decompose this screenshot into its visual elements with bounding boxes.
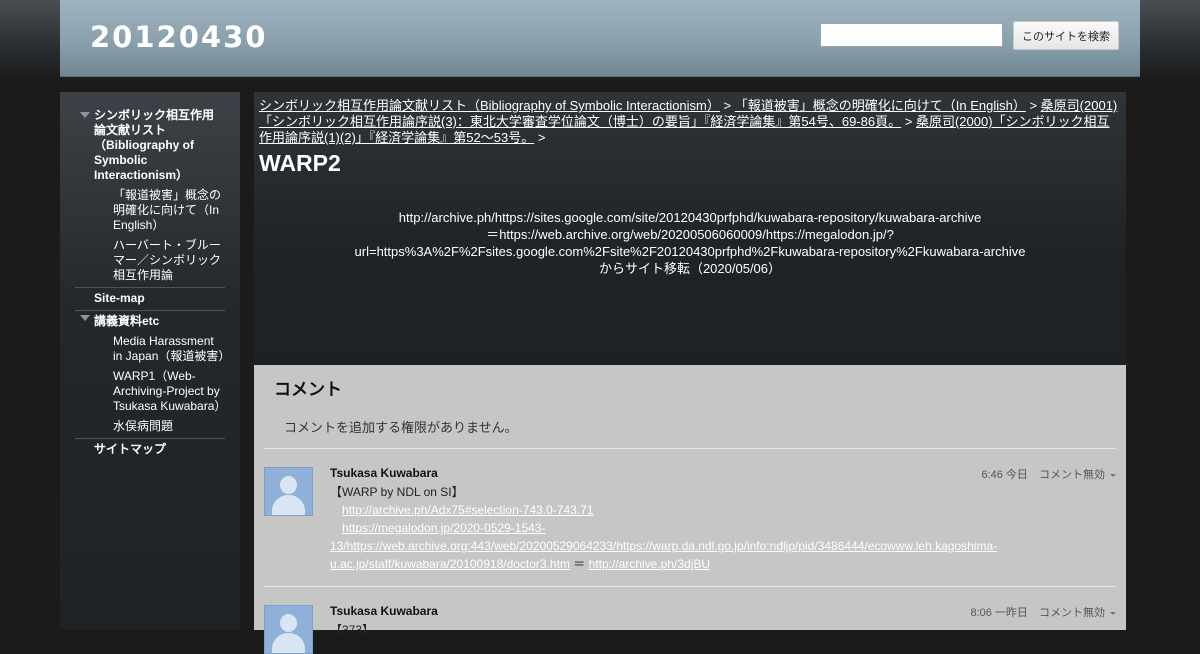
comment-body: 【373】 [330, 621, 1030, 639]
sidebar-item-label: WARP1（Web-Archiving-Project by Tsukasa K… [113, 369, 227, 413]
expand-triangle-icon[interactable] [80, 315, 90, 321]
site-title[interactable]: 20120430 [90, 20, 267, 54]
sidebar-item-label: 水俣病問題 [113, 419, 174, 433]
no-permission-message: コメントを追加する権限がありません。 [284, 420, 518, 435]
comment-divider [264, 586, 1116, 587]
sidebar-item-lecture-materials[interactable]: 講義資料etc [75, 310, 225, 329]
sidebar-item-warp1[interactable]: WARP1（Web-Archiving-Project by Tsukasa K… [75, 369, 227, 414]
comment-link[interactable]: http://archive.ph/3djBU [589, 557, 710, 571]
sidebar: シンボリック相互作用論文献リスト（Bibliography of Symboli… [60, 92, 240, 630]
comment-link[interactable]: u.ac.jp/staff/kuwabara/20100918/doctor3.… [330, 557, 570, 571]
comment-link[interactable]: http://archive.ph/Adx75#selection-743.0-… [342, 503, 594, 517]
content-line: url=https%3A%2F%2Fsites.google.com%2Fsit… [354, 244, 1026, 259]
site-header: 20120430 このサイトを検索 [60, 0, 1140, 77]
sidebar-item-media-harassment[interactable]: Media Harassment in Japan（報道被害） [75, 334, 230, 364]
sidebar-item-label: 「報道被害」概念の明確化に向けて（In English） [113, 188, 222, 232]
comment-meta[interactable]: 8:06 一昨日 コメント無効 [970, 604, 1116, 620]
page-body: http://archive.ph/https://sites.google.c… [294, 209, 1086, 277]
content-line: ＝https://web.archive.org/web/20200506060… [486, 227, 894, 242]
comment-link[interactable]: https://megalodon.jp/2020-0529-1543- [342, 521, 545, 535]
search-button[interactable]: このサイトを検索 [1013, 21, 1119, 50]
comments-section: コメント コメントを追加する権限がありません。 Tsukasa Kuwabara… [254, 365, 1126, 654]
breadcrumb-separator: > [904, 114, 913, 129]
comment-title: 【373】 [330, 623, 375, 637]
sidebar-nav: シンボリック相互作用論文献リスト（Bibliography of Symboli… [75, 108, 230, 457]
person-head-icon [280, 476, 297, 494]
sidebar-item-label: Media Harassment in Japan（報道被害） [113, 334, 231, 363]
breadcrumb-link[interactable]: シンボリック相互作用論文献リスト（Bibliography of Symboli… [259, 98, 720, 113]
person-body-icon [272, 633, 305, 653]
search-input[interactable] [820, 23, 1003, 47]
chevron-down-icon[interactable] [1110, 611, 1116, 615]
sidebar-item-label: 講義資料etc [94, 314, 160, 328]
comments-heading: コメント [274, 380, 342, 399]
breadcrumb: シンボリック相互作用論文献リスト（Bibliography of Symboli… [259, 98, 1121, 146]
sidebar-item-site-map[interactable]: Site-map [75, 287, 225, 306]
comment-link[interactable]: 13/https://web.archive.org:443/web/20200… [330, 539, 997, 553]
comment-body: 【WARP by NDL on SI】 http://archive.ph/Ad… [330, 483, 1030, 573]
person-head-icon [280, 614, 297, 632]
breadcrumb-separator: > [1029, 98, 1038, 113]
sidebar-item-label: ハーバート・ブルーマー／シンボリック相互作用論 [113, 238, 222, 282]
breadcrumb-separator: > [537, 130, 546, 145]
comment-author: Tsukasa Kuwabara [330, 604, 438, 618]
sidebar-item-label: Site-map [94, 291, 145, 305]
breadcrumb-link[interactable]: 「報道被害」概念の明確化に向けて（In English） [735, 98, 1026, 113]
equals-sign: ＝ [573, 557, 586, 571]
sidebar-item-blumer[interactable]: ハーバート・ブルーマー／シンボリック相互作用論 [75, 238, 225, 283]
sidebar-item-label: サイトマップ [94, 442, 167, 456]
comment-time: 8:06 一昨日 [970, 607, 1028, 619]
comment-meta[interactable]: 6:46 今日 コメント無効 [981, 466, 1116, 482]
comment-author: Tsukasa Kuwabara [330, 466, 438, 480]
comment-divider [264, 448, 1116, 449]
comment-disable-action[interactable]: コメント無効 [1039, 469, 1105, 481]
person-body-icon [272, 495, 305, 515]
sidebar-item-label: シンボリック相互作用論文献リスト（Bibliography of Symboli… [94, 108, 215, 182]
sidebar-item-bibliography[interactable]: シンボリック相互作用論文献リスト（Bibliography of Symboli… [75, 108, 225, 183]
chevron-down-icon[interactable] [1110, 473, 1116, 477]
main-content: シンボリック相互作用論文献リスト（Bibliography of Symboli… [254, 92, 1126, 654]
breadcrumb-separator: > [723, 98, 732, 113]
comment-title: 【WARP by NDL on SI】 [330, 485, 464, 499]
avatar [264, 467, 313, 516]
page-title: WARP2 [259, 150, 341, 176]
content-line: http://archive.ph/https://sites.google.c… [398, 210, 982, 225]
sidebar-item-sitemap-jp[interactable]: サイトマップ [75, 438, 225, 457]
expand-triangle-icon[interactable] [80, 112, 90, 118]
sidebar-item-media-harm-english[interactable]: 「報道被害」概念の明確化に向けて（In English） [75, 188, 225, 233]
sidebar-item-minamata[interactable]: 水俣病問題 [75, 419, 225, 434]
content-line: からサイト移転（2020/05/06） [598, 261, 782, 276]
comment-time: 6:46 今日 [981, 469, 1028, 481]
comment-disable-action[interactable]: コメント無効 [1039, 607, 1105, 619]
